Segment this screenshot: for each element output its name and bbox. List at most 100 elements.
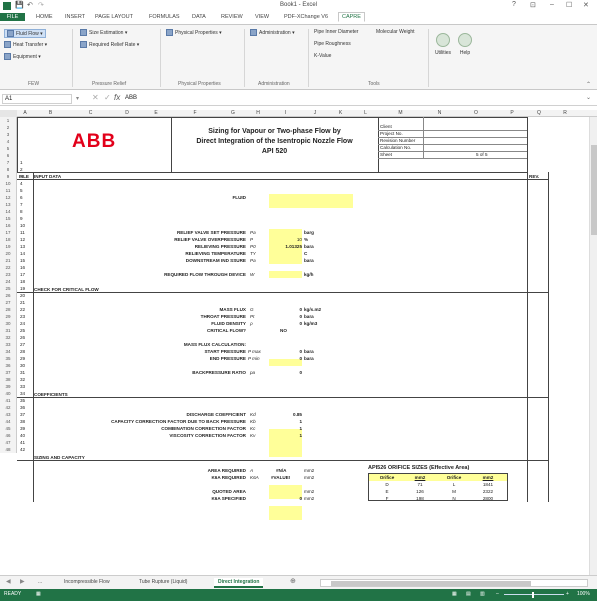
equipment-button[interactable]: Equipment ▾ — [4, 53, 41, 60]
horizontal-scroll-thumb[interactable] — [331, 581, 531, 586]
discharge-coefficient-value[interactable]: 0.85 — [269, 411, 302, 418]
new-sheet-icon[interactable]: ⊕ — [290, 577, 296, 585]
column-header[interactable]: L — [353, 110, 378, 116]
normal-view-icon[interactable]: ▦ — [452, 591, 457, 597]
input-cell[interactable] — [269, 506, 302, 513]
row-header[interactable]: 18 — [0, 236, 17, 243]
row-header[interactable]: 5 — [0, 145, 17, 152]
help-button[interactable]: Help — [456, 33, 474, 56]
row-header[interactable]: 39 — [0, 383, 17, 390]
row-header[interactable]: 41 — [0, 397, 17, 404]
column-header[interactable]: N — [423, 110, 456, 116]
page-layout-view-icon[interactable]: ▤ — [466, 591, 471, 597]
combination-correction-value[interactable]: 1 — [269, 425, 302, 432]
vertical-scrollbar[interactable] — [589, 117, 597, 575]
capacity-correction-value[interactable]: 1 — [269, 418, 302, 425]
k-value-button[interactable]: K-Value — [314, 53, 331, 59]
row-header[interactable]: 44 — [0, 418, 17, 425]
page-break-view-icon[interactable]: ▥ — [480, 591, 485, 597]
collapse-ribbon-icon[interactable]: ⌃ — [586, 81, 591, 88]
tab-file[interactable]: FILE — [0, 13, 25, 21]
sheet-tab-more[interactable]: ... — [34, 578, 46, 586]
close-button[interactable]: ✕ — [583, 1, 589, 9]
row-header[interactable]: 37 — [0, 369, 17, 376]
column-header[interactable]: C — [68, 110, 113, 116]
row-header[interactable]: 16 — [0, 222, 17, 229]
row-header[interactable]: 14 — [0, 208, 17, 215]
maximize-button[interactable]: ☐ — [566, 1, 572, 9]
row-header[interactable]: 29 — [0, 313, 17, 320]
row-header[interactable]: 10 — [0, 180, 17, 187]
utilities-button[interactable]: Utilities — [434, 33, 452, 56]
scroll-left-icon[interactable]: ◀ — [6, 578, 11, 585]
row-header[interactable]: 13 — [0, 201, 17, 208]
row-header[interactable]: 48 — [0, 446, 17, 453]
zoom-level[interactable]: 100% — [577, 591, 590, 597]
column-header[interactable]: A — [17, 110, 33, 116]
tab-insert[interactable]: INSERT — [62, 13, 88, 21]
row-header[interactable]: 6 — [0, 152, 17, 159]
row-header[interactable]: 47 — [0, 439, 17, 446]
column-header[interactable]: E — [141, 110, 171, 116]
row-header[interactable]: 27 — [0, 299, 17, 306]
pipe-inner-diameter-button[interactable]: Pipe Inner Diameter — [314, 29, 358, 35]
scroll-thumb[interactable] — [591, 145, 597, 235]
zoom-in-icon[interactable]: + — [566, 591, 569, 597]
row-header[interactable]: 20 — [0, 250, 17, 257]
row-header[interactable]: 1 — [0, 117, 17, 124]
macro-record-icon[interactable]: ▦ — [36, 591, 41, 597]
pipe-roughness-button[interactable]: Pipe Roughness — [314, 41, 351, 47]
tab-data[interactable]: DATA — [189, 13, 209, 21]
formula-input[interactable]: ABB — [125, 95, 137, 101]
backpressure-ratio-value[interactable]: 0 — [269, 369, 302, 376]
input-cell[interactable] — [269, 250, 302, 257]
row-header[interactable]: 40 — [0, 390, 17, 397]
physical-properties-button[interactable]: Physical Properties ▾ — [166, 29, 222, 36]
column-header[interactable]: K — [328, 110, 353, 116]
tab-home[interactable]: HOME — [33, 13, 56, 21]
row-header[interactable]: 12 — [0, 194, 17, 201]
zoom-out-icon[interactable]: – — [496, 591, 499, 597]
zoom-slider-thumb[interactable] — [532, 592, 534, 598]
row-header[interactable]: 42 — [0, 404, 17, 411]
row-header[interactable]: 19 — [0, 243, 17, 250]
tab-capre[interactable]: CAPRE — [338, 12, 365, 22]
column-header[interactable]: M — [378, 110, 423, 116]
row-header[interactable]: 3 — [0, 131, 17, 138]
name-box-dropdown-icon[interactable]: ▾ — [76, 95, 79, 102]
input-cell[interactable] — [269, 271, 302, 278]
row-header[interactable]: 4 — [0, 138, 17, 145]
tab-view[interactable]: VIEW — [252, 13, 272, 21]
function-icon[interactable]: fx — [114, 93, 120, 102]
tab-page-layout[interactable]: PAGE LAYOUT — [92, 13, 136, 21]
column-header[interactable]: Q — [528, 110, 550, 116]
administration-button[interactable]: Administration ▾ — [250, 29, 295, 36]
input-cell[interactable] — [269, 443, 302, 450]
sheet-tab-incompressible[interactable]: Incompressible Flow — [60, 578, 114, 586]
row-header[interactable]: 43 — [0, 411, 17, 418]
tab-pdf-xchange[interactable]: PDF-XChange V6 — [281, 13, 331, 21]
row-header[interactable]: 26 — [0, 292, 17, 299]
zoom-slider[interactable] — [504, 594, 564, 595]
input-cell[interactable] — [269, 257, 302, 264]
row-header[interactable]: 46 — [0, 432, 17, 439]
viscosity-correction-value[interactable]: 1 — [269, 432, 302, 439]
row-header[interactable]: 30 — [0, 320, 17, 327]
input-cell[interactable] — [269, 201, 353, 208]
row-header[interactable]: 17 — [0, 229, 17, 236]
select-all-corner[interactable] — [0, 110, 17, 117]
scroll-right-icon[interactable]: ▶ — [20, 578, 25, 585]
row-header[interactable]: 34 — [0, 348, 17, 355]
heat-transfer-button[interactable]: Heat Transfer ▾ — [4, 41, 47, 48]
input-cell[interactable] — [269, 513, 302, 520]
row-header[interactable]: 24 — [0, 278, 17, 285]
row-header[interactable]: 45 — [0, 425, 17, 432]
tab-review[interactable]: REVIEW — [218, 13, 246, 21]
enter-icon[interactable]: ✓ — [104, 93, 111, 102]
row-header[interactable]: 38 — [0, 376, 17, 383]
column-header[interactable]: G — [219, 110, 247, 116]
row-header[interactable]: 28 — [0, 306, 17, 313]
column-header[interactable]: R — [550, 110, 580, 116]
column-header[interactable]: J — [302, 110, 328, 116]
row-header[interactable]: 36 — [0, 362, 17, 369]
